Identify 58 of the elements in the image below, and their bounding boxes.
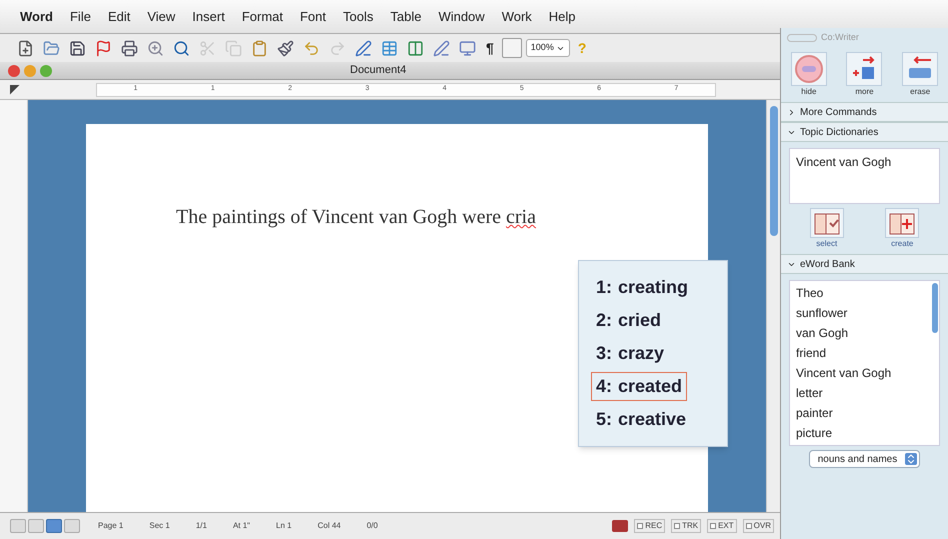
mode-toggle[interactable]: REC: [634, 519, 666, 533]
status-field: Col 44: [318, 520, 341, 532]
panel-title: Co:Writer: [821, 31, 859, 44]
circle-icon: [794, 54, 824, 84]
status-field: Sec 1: [149, 520, 170, 532]
suggestion-item[interactable]: 2: cried: [591, 306, 666, 335]
view-button[interactable]: [10, 519, 26, 533]
zoom-dropdown[interactable]: 100%: [526, 39, 570, 57]
stepper-icon: [905, 453, 918, 465]
status-field: At 1": [232, 520, 250, 532]
mode-toggle[interactable]: OVR: [742, 519, 774, 533]
list-item[interactable]: Vincent van Gogh: [796, 363, 931, 383]
menu-item[interactable]: Edit: [108, 6, 130, 26]
paragraph-button[interactable]: ¶: [482, 38, 498, 58]
window-buttons-icon: [787, 34, 817, 42]
view-button[interactable]: [28, 519, 44, 533]
suggestion-item[interactable]: 5: creative: [591, 405, 692, 434]
list-item[interactable]: picture: [796, 423, 931, 443]
list-item[interactable]: letter: [796, 383, 931, 403]
menu-item[interactable]: View: [147, 6, 176, 26]
section-header[interactable]: Topic Dictionaries: [781, 122, 948, 142]
list-item[interactable]: friend: [796, 343, 931, 363]
suggestion-item[interactable]: 1: creating: [591, 273, 694, 302]
menu-item[interactable]: Work: [502, 6, 532, 26]
menu-item[interactable]: Insert: [192, 6, 225, 26]
view-button[interactable]: [46, 519, 62, 533]
section-header[interactable]: More Commands: [781, 102, 948, 122]
menu-item[interactable]: Help: [548, 6, 576, 26]
status-field: 0/0: [366, 520, 378, 532]
list-item[interactable]: van Gogh: [796, 323, 931, 343]
mode-toggle[interactable]: EXT: [707, 519, 737, 533]
section-header[interactable]: eWord Bank: [781, 254, 948, 274]
view-toggle-icon[interactable]: [502, 38, 522, 58]
suggestion-item[interactable]: 4: created: [591, 372, 688, 401]
list-item[interactable]: painter: [796, 403, 931, 423]
menu-item[interactable]: Word: [20, 6, 53, 26]
menu-item[interactable]: Tools: [343, 6, 374, 26]
menu-item[interactable]: File: [70, 6, 91, 26]
menu-item[interactable]: Font: [300, 6, 326, 26]
menu-item[interactable]: Table: [390, 6, 422, 26]
window-title: Document4: [350, 63, 406, 78]
view-button[interactable]: [64, 519, 80, 533]
macro-icon: [612, 520, 628, 532]
suggestion-item[interactable]: 3: crazy: [591, 339, 670, 368]
list-item[interactable]: Theo: [796, 283, 931, 303]
status-field: Page 1: [98, 520, 124, 532]
list-item[interactable]: sunflower: [796, 303, 931, 323]
zoom-button[interactable]: [40, 64, 52, 76]
status-field: Ln 1: [276, 520, 292, 532]
minimize-button[interactable]: [24, 64, 36, 76]
document-text: The paintings of Vincent van Gogh were cria: [176, 205, 537, 230]
close-button[interactable]: [8, 64, 20, 76]
mode-toggle[interactable]: TRK: [671, 519, 702, 533]
status-field: 1/1: [196, 520, 207, 532]
category-dropdown[interactable]: nouns and names: [808, 450, 920, 468]
menu-item[interactable]: Window: [438, 6, 485, 26]
list-item[interactable]: Vincent van Gogh: [796, 153, 933, 171]
menu-item[interactable]: Format: [242, 6, 283, 26]
